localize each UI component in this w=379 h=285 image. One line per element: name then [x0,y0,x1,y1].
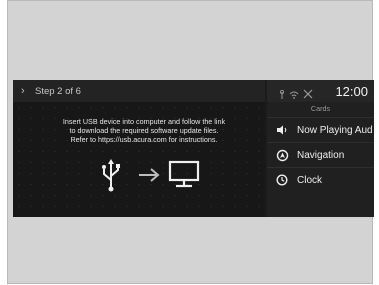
step-label: Step 2 of 6 [35,85,81,97]
cards-title: Cards [310,104,331,113]
card-label: Navigation [297,149,345,161]
instructions-text: Insert USB device into computer and foll… [49,117,239,145]
wifi-icon [289,86,299,104]
card-clock[interactable]: Clock [267,167,374,192]
tools-icon [303,86,313,104]
update-panel: › Step 2 of 6 Insert USB device into com… [13,80,265,217]
instruction-line: Insert USB device into computer and foll… [62,117,226,126]
step-header[interactable]: › Step 2 of 6 [13,80,265,102]
instruction-line: to download the required software update… [69,126,219,136]
chevron-right-icon[interactable]: › [21,85,31,97]
usb-to-computer-graphic [101,158,211,192]
clock-display: 12:00 [335,84,368,99]
monitor-icon [168,160,200,188]
cards-sidebar: 12:00 Cards Now Playing Aud Navigation C… [267,80,374,217]
usb-icon [102,159,120,192]
instruction-line: Refer to https://usb.acura.com for instr… [70,135,218,145]
status-icons [279,86,313,104]
card-label: Now Playing Aud [297,124,373,136]
status-bar: 12:00 [267,80,374,102]
card-label: Clock [297,174,323,186]
arrow-right-icon [139,168,160,182]
speaker-icon [275,123,289,137]
navigation-icon [275,148,289,162]
infotainment-screen: › Step 2 of 6 Insert USB device into com… [13,80,374,217]
clock-icon [275,173,289,187]
card-now-playing[interactable]: Now Playing Aud [267,117,374,142]
antenna-icon [279,86,285,104]
card-navigation[interactable]: Navigation [267,142,374,167]
